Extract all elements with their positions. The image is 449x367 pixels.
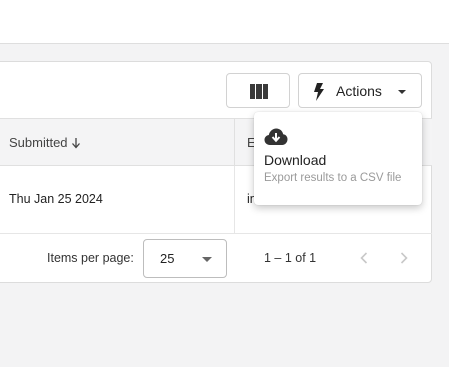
columns-button[interactable] [226, 73, 290, 108]
cloud-download-icon [264, 128, 288, 145]
cell-submitted: Thu Jan 25 2024 [9, 192, 103, 206]
menu-item-description: Export results to a CSV file [264, 172, 402, 184]
column-divider [234, 119, 235, 166]
next-page-button[interactable] [394, 248, 414, 268]
menu-item-title: Download [264, 152, 327, 168]
menu-item-download[interactable]: Download Export results to a CSV file [254, 112, 422, 205]
page-range-label: 1 – 1 of 1 [264, 251, 317, 265]
arrow-down-icon [71, 137, 80, 148]
column-header-submitted[interactable]: Submitted [9, 135, 81, 150]
page-size-value: 25 [160, 251, 175, 266]
items-per-page-label: Items per page: [47, 251, 134, 265]
page-size-select[interactable]: 25 [143, 239, 227, 278]
actions-menu: Download Export results to a CSV file [254, 112, 422, 205]
bolt-icon [314, 83, 324, 101]
actions-button[interactable]: Actions [298, 73, 422, 108]
actions-label: Actions [336, 83, 382, 99]
column-header-label: Submitted [9, 135, 68, 150]
top-bar [0, 0, 449, 44]
previous-page-button[interactable] [354, 248, 374, 268]
view-column-icon [250, 84, 268, 99]
chevron-left-icon [360, 252, 368, 264]
caret-down-icon [202, 257, 212, 262]
caret-down-icon [398, 90, 406, 94]
column-divider [234, 166, 235, 233]
chevron-right-icon [400, 252, 408, 264]
